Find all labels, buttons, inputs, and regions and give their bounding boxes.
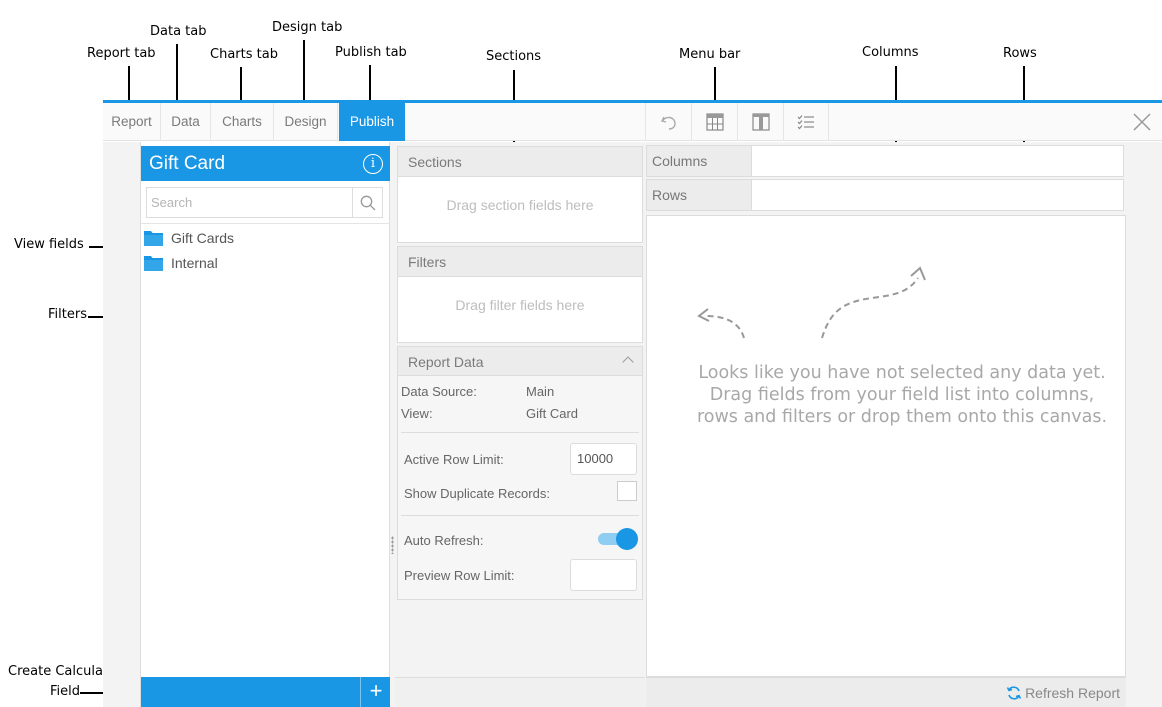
separator [401, 432, 639, 433]
preview-row-limit-input[interactable] [570, 559, 637, 591]
search-button[interactable] [352, 188, 382, 217]
folder-icon [144, 231, 163, 246]
undo-button[interactable] [645, 103, 691, 141]
callout-filters: Filters [48, 307, 87, 322]
search-input[interactable] [147, 188, 354, 217]
close-icon[interactable] [1132, 112, 1152, 132]
undo-icon [660, 116, 676, 130]
data-source-label: Data Source: [401, 384, 477, 399]
field-panel: Gift Card i Gift Cards Internal + [140, 142, 391, 707]
folder-item[interactable]: Gift Cards [144, 228, 234, 248]
refresh-icon [1006, 686, 1022, 700]
columns-icon [751, 113, 770, 131]
folder-icon [144, 256, 163, 271]
folder-label: Gift Cards [171, 230, 235, 246]
filters-drop-zone[interactable]: Drag filter fields here [398, 277, 642, 333]
tab-report[interactable]: Report [103, 103, 161, 141]
callout-create-calculated-line2: Field [50, 684, 81, 699]
show-duplicates-checkbox[interactable] [617, 481, 637, 501]
columns-drop-row[interactable]: Columns [646, 145, 1124, 177]
view-label: View: [401, 406, 433, 421]
show-duplicates-label: Show Duplicate Records: [404, 486, 550, 501]
middle-panel-footer [395, 677, 645, 707]
rows-label: Rows [647, 180, 752, 210]
callout-report-tab: Report tab [87, 46, 156, 61]
field-search [146, 187, 383, 218]
folder-label: Internal [171, 255, 218, 271]
columns-label: Columns [647, 146, 752, 176]
auto-refresh-label: Auto Refresh: [404, 533, 484, 548]
report-data-body: Data Source: Main View: Gift Card Active… [397, 376, 643, 600]
callout-columns: Columns [862, 45, 919, 60]
auto-refresh-toggle[interactable] [598, 528, 638, 550]
middle-panel: Sections Drag section fields here Filter… [395, 142, 645, 707]
canvas-panel: Columns Rows Looks like you have not sel… [645, 142, 1162, 707]
callout-view-fields: View fields [14, 237, 84, 252]
callout-design-tab: Design tab [272, 20, 343, 35]
preview-row-limit-label: Preview Row Limit: [404, 568, 515, 583]
sections-drop-zone[interactable]: Drag section fields here [398, 177, 642, 233]
tab-charts[interactable]: Charts [211, 103, 274, 141]
field-panel-footer: + [141, 677, 391, 707]
list-check-button[interactable] [783, 103, 829, 141]
callout-line-design-tab [303, 40, 305, 106]
callout-line-data-tab [176, 44, 178, 106]
report-canvas[interactable]: Looks like you have not selected any dat… [646, 215, 1126, 677]
view-value: Gift Card [526, 406, 579, 421]
report-data-title: Report Data [408, 354, 484, 370]
sections-box: Sections Drag section fields here [397, 146, 643, 243]
folder-item[interactable]: Internal [144, 253, 218, 273]
callout-sections: Sections [486, 49, 542, 64]
tab-design[interactable]: Design [274, 103, 338, 141]
rows-drop-row[interactable]: Rows [646, 179, 1124, 211]
tab-publish[interactable]: Publish [339, 103, 405, 141]
empty-canvas-message: Looks like you have not selected any dat… [696, 363, 1108, 427]
report-data-header[interactable]: Report Data [397, 346, 643, 376]
table-button[interactable] [691, 103, 737, 141]
list-check-icon [797, 115, 814, 130]
callout-publish-tab: Publish tab [335, 45, 407, 60]
arrow-left-icon [697, 308, 745, 339]
canvas-footer: Refresh Report [646, 677, 1126, 707]
active-row-limit-input[interactable]: 10000 [570, 443, 637, 475]
view-title-bar: Gift Card i [141, 146, 391, 181]
screenshot-canvas: Report tab Data tab Charts tab Design ta… [0, 0, 1162, 707]
active-row-limit-label: Active Row Limit: [404, 452, 504, 467]
callout-data-tab: Data tab [150, 24, 207, 39]
arrow-up-icon [821, 266, 926, 339]
search-icon [360, 195, 375, 210]
add-calculated-field-button[interactable]: + [360, 677, 391, 707]
chevron-up-icon[interactable] [622, 356, 634, 368]
table-icon [705, 113, 724, 131]
filters-box: Filters Drag filter fields here [397, 246, 643, 343]
toolbar: Report Data Charts Design Publish [103, 103, 1162, 141]
toggle-knob [616, 528, 638, 550]
filters-header: Filters [398, 247, 642, 277]
separator [401, 515, 639, 516]
tab-data[interactable]: Data [161, 103, 211, 141]
callout-rows: Rows [1003, 46, 1037, 61]
refresh-report-label: Refresh Report [1025, 685, 1120, 701]
view-title: Gift Card [149, 153, 226, 174]
refresh-report-button[interactable]: Refresh Report [1006, 678, 1120, 707]
callout-charts-tab: Charts tab [210, 47, 278, 62]
columns-button[interactable] [737, 103, 783, 141]
drag-handle-icon[interactable] [391, 536, 394, 554]
data-source-value: Main [526, 384, 555, 399]
left-gutter [103, 142, 140, 707]
sections-header: Sections [398, 147, 642, 177]
callout-menu-bar: Menu bar [679, 47, 741, 62]
info-icon[interactable]: i [363, 154, 383, 174]
separator [141, 223, 391, 224]
